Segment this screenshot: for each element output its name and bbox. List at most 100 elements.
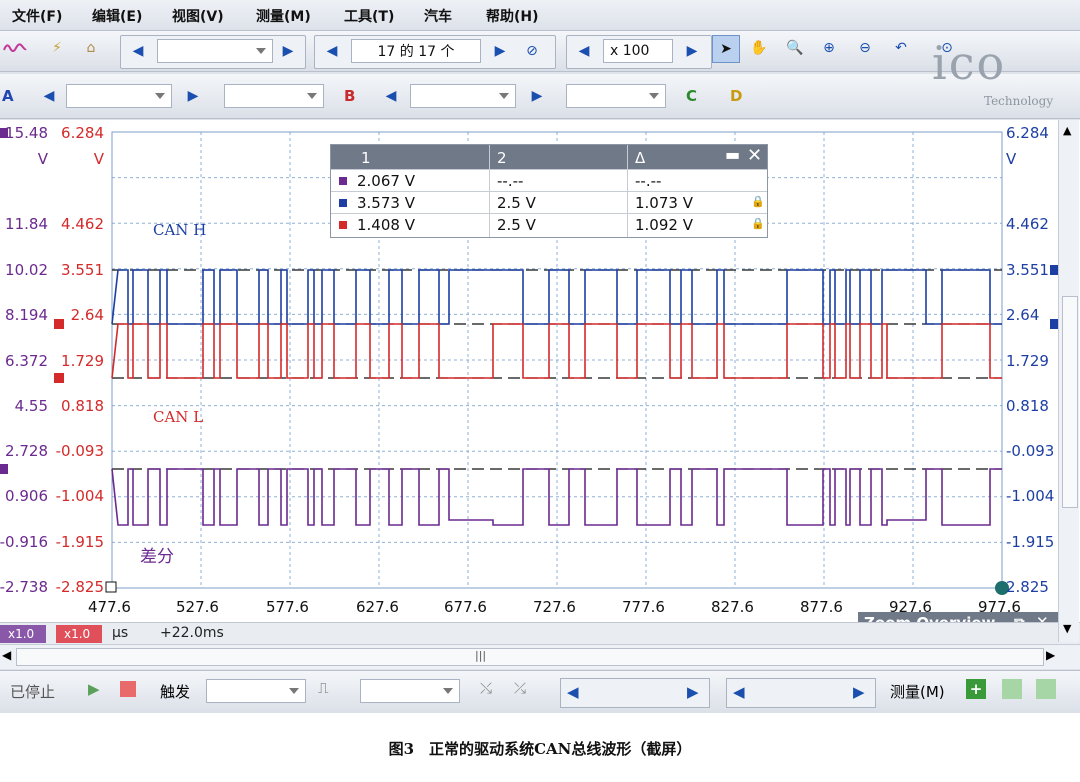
delete-measure-icon[interactable]: [1036, 679, 1056, 699]
ruler-row: 3.573 V 2.5 V 1.073 V 🔒: [331, 191, 767, 214]
threshold-prev-icon[interactable]: ◀: [567, 683, 579, 701]
zoom-out-icon[interactable]: ⊖: [852, 35, 878, 61]
vertical-scrollbar[interactable]: ▲ ▼: [1058, 120, 1079, 642]
lock-icon[interactable]: 🔒: [751, 217, 765, 230]
lock-icon[interactable]: 🔒: [751, 195, 765, 208]
rising-edge-icon[interactable]: ⤯: [480, 679, 492, 697]
channel-a-next-icon[interactable]: ▶: [180, 83, 206, 109]
axis-label-a: 2.728: [5, 442, 48, 460]
buffer-next-icon[interactable]: ▶: [487, 38, 513, 64]
zoom-in-icon[interactable]: ⊕: [816, 35, 842, 61]
trigger-channel-combo[interactable]: [360, 679, 460, 703]
axis-label-right: V: [1006, 150, 1017, 168]
scroll-up-icon[interactable]: ▲: [1063, 124, 1071, 137]
channel-a-coupling[interactable]: [224, 84, 324, 108]
wand-icon[interactable]: ⚡: [44, 35, 70, 61]
buffer-prev-icon[interactable]: ◀: [319, 38, 345, 64]
channel-b-prev-icon[interactable]: ◀: [378, 83, 404, 109]
pretrigger-prev-icon[interactable]: ◀: [733, 683, 745, 701]
edit-measure-icon[interactable]: [1002, 679, 1022, 699]
menu-edit[interactable]: 编辑(E): [92, 6, 142, 26]
undo-zoom-icon[interactable]: ↶: [888, 35, 914, 61]
threshold-next-icon[interactable]: ▶: [687, 683, 699, 701]
menu-measure[interactable]: 测量(M): [256, 6, 311, 26]
time-unit: μs: [112, 625, 129, 641]
x-tick-label: 527.6: [176, 598, 219, 616]
buffer-count: 17 的 17 个: [351, 39, 481, 63]
x-tick-label: 827.6: [711, 598, 754, 616]
channel-d-label[interactable]: D: [730, 87, 742, 105]
horizontal-scrollbar[interactable]: ◀ ||| ▶: [0, 644, 1080, 669]
axis-label-b: -1.915: [55, 533, 104, 551]
ruler-value: --.--: [497, 172, 524, 190]
channel-a-prev-icon[interactable]: ◀: [36, 83, 62, 109]
home-icon[interactable]: ⌂: [78, 35, 104, 61]
can-h-label: CAN H: [153, 221, 207, 239]
axis-label-b: -1.004: [55, 487, 104, 505]
trigger-mode-combo[interactable]: [206, 679, 306, 703]
menu-auto[interactable]: 汽车: [424, 6, 452, 26]
ruler-col-delta: Δ: [635, 149, 646, 167]
axis-label-right: -1.004: [1006, 487, 1055, 505]
menu-bar: 文件(F) 编辑(E) 视图(V) 测量(M) 工具(T) 汽车 帮助(H): [0, 0, 1080, 31]
ruler-row: 1.408 V 2.5 V 1.092 V 🔒: [331, 213, 767, 236]
prev-arrow-icon[interactable]: ◀: [125, 38, 151, 64]
ruler-col-2: 2: [497, 149, 507, 167]
hand-icon[interactable]: ✋: [746, 35, 772, 61]
channel-b-multiplier[interactable]: x1.0: [56, 625, 102, 643]
scroll-thumb[interactable]: |||: [16, 648, 1044, 666]
menu-help[interactable]: 帮助(H): [486, 6, 539, 26]
stop-icon[interactable]: [120, 681, 136, 697]
axis-label-right: -0.093: [1006, 442, 1055, 460]
zoom-prev-icon[interactable]: ◀: [571, 38, 597, 64]
x-tick-label: 577.6: [266, 598, 309, 616]
zoom-next-icon[interactable]: ▶: [679, 38, 705, 64]
close-icon[interactable]: ✕: [747, 145, 762, 166]
axis-label-a: 0.906: [5, 487, 48, 505]
axis-label-right: 6.284: [1006, 124, 1049, 142]
channel-b-range[interactable]: [410, 84, 516, 108]
scroll-left-icon[interactable]: ◀: [2, 648, 11, 662]
scope-mode-icon[interactable]: [2, 35, 28, 61]
trigger-edge-icon[interactable]: ⎍: [318, 679, 329, 697]
timebase-combo[interactable]: [157, 39, 273, 63]
channel-c-label[interactable]: C: [686, 87, 697, 105]
zoom-region-icon[interactable]: 🔍: [782, 35, 808, 61]
x-tick-label: 877.6: [800, 598, 843, 616]
channel-a-range[interactable]: [66, 84, 172, 108]
axis-label-a: 4.55: [14, 397, 48, 415]
axis-label-a: -0.916: [0, 533, 48, 551]
add-measure-icon[interactable]: +: [966, 679, 986, 699]
channel-b-marker: [54, 373, 64, 383]
next-arrow-icon[interactable]: ▶: [275, 38, 301, 64]
menu-view[interactable]: 视图(V): [172, 6, 224, 26]
channel-b-next-icon[interactable]: ▶: [524, 83, 550, 109]
axis-label-right: 2.64: [1006, 306, 1040, 324]
falling-edge-icon[interactable]: ⤰: [514, 679, 526, 697]
menu-file[interactable]: 文件(F): [12, 6, 62, 26]
compass-icon[interactable]: ⊘: [519, 38, 545, 64]
channel-a-multiplier[interactable]: x1.0: [0, 625, 46, 643]
x-tick-label: 627.6: [356, 598, 399, 616]
vertical-scroll-thumb[interactable]: [1062, 296, 1078, 508]
channel-b-coupling[interactable]: [566, 84, 666, 108]
menu-tools[interactable]: 工具(T): [344, 6, 394, 26]
minimize-icon[interactable]: ▬: [725, 145, 740, 164]
channel-a-label[interactable]: A: [2, 87, 14, 105]
pointer-icon[interactable]: ➤: [712, 35, 740, 63]
axis-label-b: 0.818: [61, 397, 104, 415]
threshold-group: ◀ ▶: [560, 678, 710, 708]
ruler-legend[interactable]: 1 2 Δ ▬ ✕ 2.067 V --.-- --.-- 3.573 V 2.…: [330, 144, 768, 238]
trigger-label: 触发: [160, 683, 191, 701]
pretrigger-next-icon[interactable]: ▶: [853, 683, 865, 701]
bottom-toolbar: 已停止 ▶ 触发 ⎍ ⤯ ⤰ ◀ ▶ ◀ ▶ 测量(M) +: [0, 670, 1080, 713]
axis-label-a: 15.48: [5, 124, 48, 142]
scroll-down-icon[interactable]: ▼: [1063, 622, 1071, 635]
axis-label-b: 3.551: [61, 261, 104, 279]
channel-b-label[interactable]: B: [344, 87, 355, 105]
scroll-right-icon[interactable]: ▶: [1046, 648, 1055, 662]
diff-label: 差分: [140, 547, 174, 567]
status-strip: x1.0 x1.0 μs +22.0ms: [0, 622, 1080, 645]
start-icon[interactable]: ▶: [88, 680, 100, 698]
run-status: 已停止: [10, 683, 56, 701]
